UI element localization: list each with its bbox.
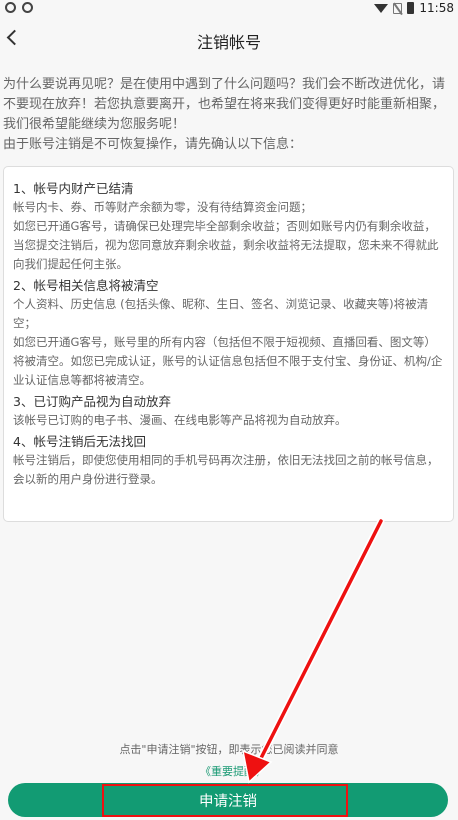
pointer-arrow-icon	[242, 517, 385, 784]
